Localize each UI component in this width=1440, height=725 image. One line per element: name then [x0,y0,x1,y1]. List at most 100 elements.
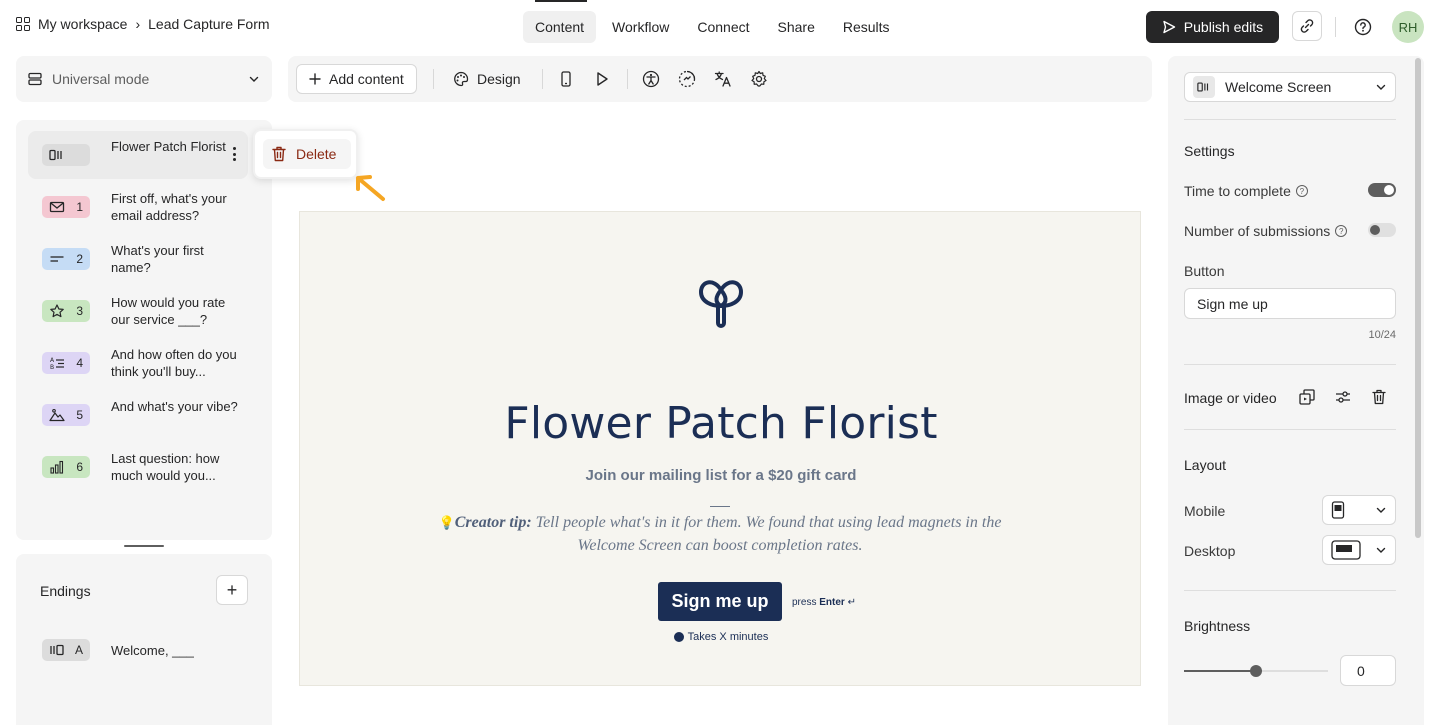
help-button[interactable] [1354,18,1372,36]
publish-edits-button[interactable]: Publish edits [1146,11,1279,43]
chart-bar-icon [50,460,64,474]
sign-me-up-button[interactable]: Sign me up [658,582,782,621]
delete-menu-item[interactable]: Delete [263,139,351,169]
brightness-slider-fill [1184,670,1256,672]
translate-icon [714,71,731,87]
settings-button[interactable] [750,70,768,88]
submissions-toggle[interactable] [1368,223,1396,237]
settings-scrollbar[interactable] [1415,58,1421,538]
tab-results[interactable]: Results [831,11,902,43]
info-icon[interactable]: ? [1335,225,1348,237]
active-tab-indicator [535,0,587,2]
chevron-down-icon [249,76,259,82]
brightness-input[interactable]: 0 [1340,655,1396,686]
design-button[interactable]: Design [453,64,521,94]
time-to-complete-toggle[interactable] [1368,183,1396,197]
welcome-screen-icon [49,149,62,161]
brightness-slider-handle[interactable] [1250,665,1262,677]
star-icon [50,304,64,318]
image-video-label: Image or video [1184,390,1277,406]
tab-share[interactable]: Share [766,11,827,43]
settings-title: Settings [1184,143,1235,159]
question-item-frequency[interactable]: AB 4 And how often do you think you'll b… [28,339,248,387]
question-item-first-name[interactable]: 2 What's your first name? [28,235,248,283]
creator-tip-text: Tell people what's in it for them. We fo… [531,514,1002,554]
breadcrumb-chevron-icon: › [135,16,141,32]
toolbar-divider [627,69,628,89]
toolbar-divider [542,69,543,89]
question-item-welcome[interactable]: Flower Patch Florist [28,131,248,179]
replace-media-button[interactable] [1298,388,1316,406]
breadcrumb-workspace[interactable]: My workspace [38,16,127,32]
time-to-complete-row: Time to complete ? [1184,183,1308,199]
time-estimate-label: Takes X minutes [687,631,769,643]
mobile-preview-button[interactable] [557,70,575,88]
question-badge: 1 [42,196,90,218]
question-label: How would you rate our service ___? [111,295,226,327]
question-item-email[interactable]: 1 First off, what's your email address? [28,183,248,231]
progress-button[interactable] [678,70,696,88]
delete-media-button[interactable] [1370,388,1388,406]
delete-label: Delete [296,146,337,162]
picture-choice-icon [49,408,65,422]
svg-text:A: A [50,357,55,364]
question-item-spend[interactable]: 6 Last question: how much would you... [28,443,248,491]
question-label: And what's your vibe? [111,399,238,414]
breadcrumb-form-name[interactable]: Lead Capture Form [148,16,269,32]
user-avatar[interactable]: RH [1392,11,1424,43]
question-badge: 3 [42,300,90,322]
mobile-layout-select[interactable] [1322,495,1396,525]
desktop-layout-label: Desktop [1184,543,1236,559]
copy-link-button[interactable] [1292,11,1322,41]
brightness-slider[interactable] [1184,665,1328,677]
layout-title: Layout [1184,457,1227,473]
form-preview-canvas[interactable]: Flower Patch Florist Join our mailing li… [299,211,1141,686]
sliders-icon [1336,391,1350,403]
submissions-row: Number of submissions ? [1184,223,1348,239]
play-icon [597,72,608,86]
accessibility-button[interactable] [642,70,660,88]
translate-button[interactable] [714,70,732,88]
question-item-rating[interactable]: 3 How would you rate our service ___? [28,287,248,335]
question-list: Flower Patch Florist 1 First off, what's… [16,120,272,540]
block-type-select[interactable]: Welcome Screen [1184,72,1396,102]
add-content-button[interactable]: Add content [296,64,417,94]
lightbulb-icon: 💡 [438,515,455,530]
question-context-menu: Delete [253,129,358,179]
replace-media-icon [1299,389,1315,405]
divider [1184,119,1396,120]
info-icon[interactable]: ? [1295,185,1308,197]
question-badge: 6 [42,456,90,478]
question-label: And how often do you think you'll buy... [111,347,237,379]
ending-screen-icon [50,644,64,656]
mode-select[interactable]: Universal mode [16,56,272,102]
submissions-label: Number of submissions [1184,223,1331,239]
link-icon [1300,19,1314,33]
preview-play-button[interactable] [593,70,611,88]
desktop-layout-select[interactable] [1322,535,1396,565]
question-badge: 2 [42,248,90,270]
panel-resize-handle[interactable] [124,545,164,547]
add-ending-button[interactable]: + [216,575,248,605]
plus-icon [309,73,321,85]
button-text-input[interactable] [1184,288,1396,319]
ending-item[interactable]: A Welcome, ___ [28,626,248,674]
tab-workflow[interactable]: Workflow [600,11,681,43]
more-options-icon[interactable] [232,147,236,161]
press-prefix: press [792,597,820,608]
form-title[interactable]: Flower Patch Florist [300,398,1142,449]
divider [1184,364,1396,365]
tab-connect[interactable]: Connect [685,11,761,43]
workspace-grid-icon[interactable] [16,17,30,31]
palette-icon [454,71,469,87]
tab-content[interactable]: Content [523,11,597,43]
creator-tip[interactable]: 💡Creator tip: Tell people what's in it f… [420,511,1020,557]
gear-icon [751,70,767,87]
form-subtitle[interactable]: Join our mailing list for a $20 gift car… [300,467,1142,484]
question-item-vibe[interactable]: 5 And what's your vibe? [28,391,248,439]
question-badge: AB 4 [42,352,90,374]
adjust-media-button[interactable] [1334,388,1352,406]
plus-icon: + [226,579,238,600]
multiple-choice-icon: AB [50,357,64,370]
ending-letter: A [74,643,83,657]
